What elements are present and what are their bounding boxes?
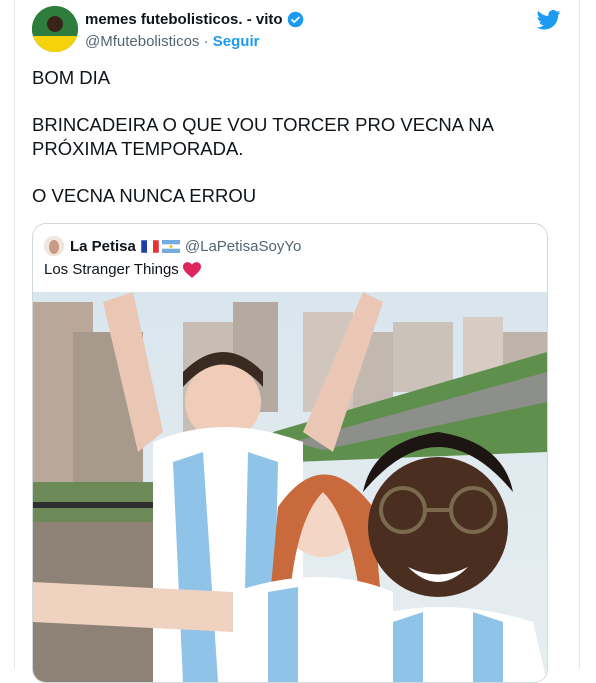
tweet-body: BOM DIA BRINCADEIRA O QUE VOU TORCER PRO… [32, 66, 552, 231]
tweet-paragraph: BRINCADEIRA O QUE VOU TORCER PRO VECNA N… [32, 114, 493, 159]
quoted-author-name: La Petisa [70, 237, 136, 255]
tweet-card: memes futebolisticos. - vito @Mfutebolis… [14, 0, 580, 683]
tweet-paragraph: O VECNA NUNCA ERROU [32, 185, 257, 206]
argentina-flag-icon [161, 239, 180, 253]
red-heart-icon [182, 261, 201, 278]
separator-dot: · [203, 33, 209, 50]
quoted-tweet-text: Los Stranger Things [44, 261, 179, 278]
author-display-name[interactable]: memes futebolisticos. - vito [85, 11, 283, 28]
quoted-tweet-header: La Petisa @LaPetisaSoyYo [44, 236, 301, 256]
author-handle[interactable]: @Mfutebolisticos [85, 33, 199, 50]
twitter-bird-icon[interactable] [537, 9, 561, 31]
quoted-tweet[interactable]: La Petisa @LaPetisaSoyYo Los Stranger Th… [32, 223, 548, 683]
tweet-paragraph: BOM DIA [32, 67, 111, 88]
follow-button[interactable]: Seguir [213, 33, 260, 50]
author-name-row: memes futebolisticos. - vito [85, 11, 304, 28]
quoted-author-handle: @LaPetisaSoyYo [184, 237, 302, 255]
author-avatar[interactable] [32, 6, 78, 52]
quoted-tweet-photo[interactable] [33, 292, 547, 682]
verified-badge-icon [287, 11, 303, 28]
quoted-tweet-text-row: Los Stranger Things [44, 261, 201, 278]
quoted-author-avatar [44, 236, 64, 256]
author-handle-row: @Mfutebolisticos · Seguir [85, 33, 259, 50]
france-flag-icon [140, 239, 159, 253]
